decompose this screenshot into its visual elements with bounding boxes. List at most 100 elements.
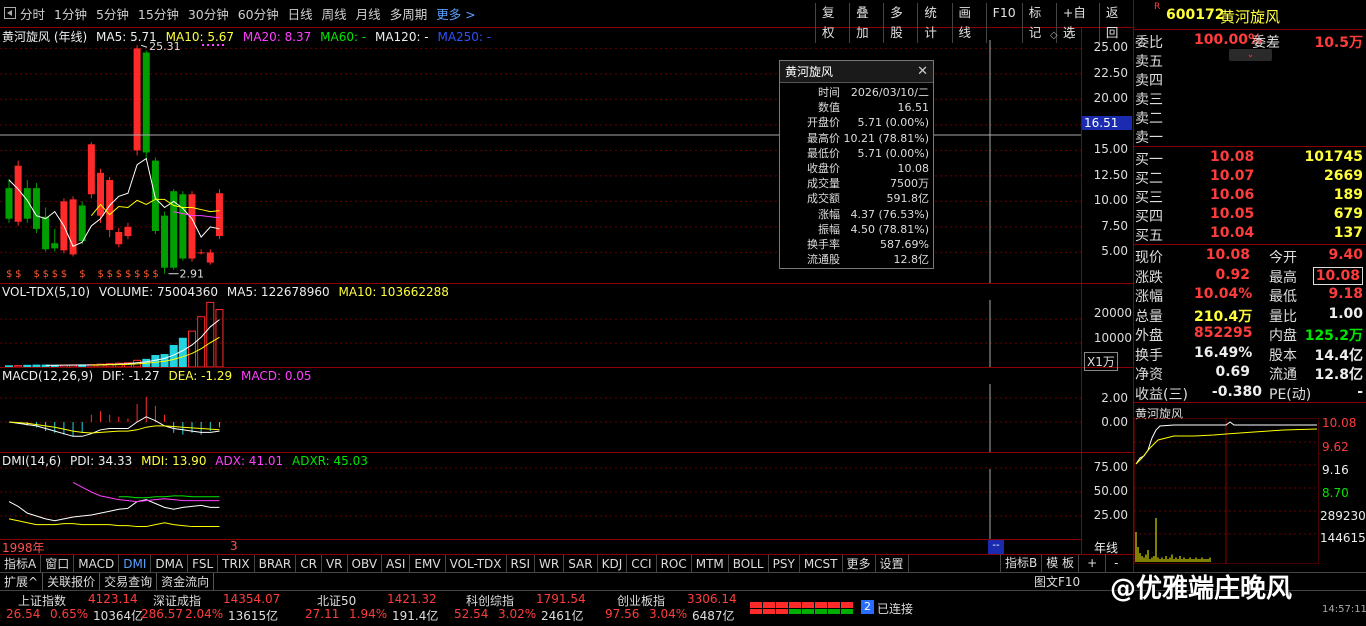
tooltip-value: 5.71 (0.00%) [857, 146, 929, 160]
indicator-tab[interactable]: BRAR [255, 554, 297, 573]
tooltip-key: 收盘价 [807, 161, 840, 175]
divider [1134, 146, 1366, 147]
volume-bar [197, 316, 206, 367]
period-tab[interactable]: 30分钟 [188, 4, 229, 23]
dmi-axis-tick: 25.00 [1093, 508, 1128, 522]
tooltip-key: 成交量 [807, 177, 840, 191]
index-pct: 2.04% [185, 607, 224, 621]
mini-axis-tick: 289230 [1320, 509, 1366, 523]
period-tab[interactable]: 月线 [356, 4, 381, 23]
index-pct: 3.02% [498, 607, 537, 621]
divider [1134, 29, 1366, 30]
mini-axis-tick: 9.62 [1322, 440, 1349, 454]
period-tab[interactable]: 多周期 [390, 4, 428, 23]
stat-label: 总量 [1135, 308, 1163, 325]
tooltip-row: 换手率 587.69% [780, 237, 933, 252]
square-back-icon[interactable] [4, 7, 16, 19]
stat-label: 外盘 [1135, 328, 1163, 344]
order-diff-value: 10.5万 [1314, 35, 1363, 51]
bid-level-label: 买一 [1135, 152, 1163, 168]
price-axis-tick: 15.00 [1093, 142, 1128, 157]
indicator-b-tab[interactable]: 指标B [1000, 554, 1041, 572]
stat-value: 210.4万 [1194, 308, 1253, 325]
indicator-tab[interactable]: VOL-TDX [446, 554, 507, 573]
bid-row: 买一 10.08 101745 [1134, 149, 1366, 168]
close-icon[interactable]: ✕ [917, 64, 928, 79]
graphic-f10-button[interactable]: 图文F10 [1034, 573, 1080, 590]
stat-row: 净资 0.69 流通 12.8亿 [1134, 364, 1366, 383]
tooltip-key: 涨幅 [818, 207, 840, 221]
volume-chart[interactable] [0, 284, 1081, 367]
watermark-text: @优雅端庄晚风 [1110, 574, 1293, 604]
indicator-tab[interactable]: KDJ [598, 554, 628, 573]
mini-axis-tick: 10.08 [1322, 416, 1357, 430]
trade-query-button[interactable]: 交易查询 [100, 573, 158, 590]
period-tab[interactable]: 日线 [288, 4, 313, 23]
indicator-tab[interactable]: FSL [188, 554, 219, 573]
template-tab[interactable]: 模 板 [1041, 554, 1078, 572]
period-tab[interactable]: 60分钟 [238, 4, 279, 23]
volume-bar [5, 365, 13, 367]
bid-level-label: 买五 [1135, 228, 1163, 244]
indicator-tab[interactable]: EMV [410, 554, 446, 573]
tooltip-value: 4.50 (78.81%) [850, 222, 929, 236]
event-mark: $ [152, 269, 158, 280]
indicator-tab[interactable]: ASI [382, 554, 411, 573]
stat-value: 852295 [1194, 325, 1253, 341]
zoom-in-button[interactable]: + [1078, 554, 1105, 572]
indicator-tab[interactable]: TRIX [218, 554, 255, 573]
indicator-tab[interactable]: OBV [348, 554, 383, 573]
indicator-tab[interactable]: MACD [74, 554, 120, 573]
stat-value: -0.380 [1211, 383, 1262, 400]
ask-level-label: 卖五 [1135, 54, 1163, 70]
stat-label: 换手 [1135, 347, 1163, 364]
period-tab[interactable]: 1分钟 [54, 4, 87, 23]
indicator-tab[interactable]: 窗口 [41, 554, 75, 573]
money-flow-button[interactable]: 资金流向 [157, 573, 215, 590]
intraday-mini-chart[interactable] [1134, 418, 1319, 564]
indicator-tab[interactable]: SAR [564, 554, 598, 573]
expand-button[interactable]: 扩展^ [0, 573, 44, 590]
volume-bar [23, 364, 32, 367]
period-tab[interactable]: 5分钟 [96, 4, 129, 23]
indicator-tab[interactable]: 指标A [0, 554, 42, 573]
indicator-tab[interactable]: CCI [627, 554, 657, 573]
ask-level-label: 卖一 [1135, 130, 1163, 146]
more-periods-button[interactable]: 更多 > [436, 4, 475, 23]
bid-volume: 189 [1333, 187, 1363, 203]
indicator-tab[interactable]: ROC [657, 554, 692, 573]
period-tab[interactable]: 分时 [20, 4, 45, 23]
indicator-tab[interactable]: MTM [692, 554, 729, 573]
price-axis-tick: 5.00 [1101, 244, 1128, 259]
stat-label: 最高 [1269, 269, 1297, 286]
data-tooltip: 黄河旋风 ✕ 时间 2026/03/10/二 数值 16.51 开盘价 5.71 (0.0… [779, 60, 934, 269]
bid-price: 10.04 [1210, 225, 1255, 241]
indicator-tab[interactable]: BOLL [729, 554, 769, 573]
indicator-tab[interactable]: 更多 [843, 554, 876, 573]
tooltip-value: 587.69% [880, 237, 929, 251]
tooltip-row: 数值 16.51 [780, 100, 933, 115]
macd-chart[interactable] [0, 368, 1081, 452]
period-tab[interactable]: 周线 [322, 4, 347, 23]
index-amount: 13615亿 [228, 609, 279, 623]
ask-row: 卖五 [1134, 51, 1366, 70]
candle-body [124, 226, 132, 237]
indicator-tab[interactable]: 设置 [876, 554, 909, 573]
stock-code: 600172 [1166, 7, 1225, 23]
high-price-label: 25.31 [149, 40, 181, 53]
indicator-tab[interactable]: RSI [507, 554, 536, 573]
indicator-tab[interactable]: DMA [151, 554, 189, 573]
back-button[interactable]: 返回 [1098, 3, 1133, 43]
macd-axis-tick: 2.00 [1101, 391, 1128, 405]
indicator-tab[interactable]: MCST [800, 554, 843, 573]
related-quote-button[interactable]: 关联报价 [43, 573, 101, 590]
stat-label: 净资 [1135, 367, 1163, 383]
indicator-tab[interactable]: CR [296, 554, 322, 573]
indicator-tab[interactable]: DMI [119, 554, 152, 573]
dmi-chart[interactable] [0, 453, 1081, 539]
period-tab[interactable]: 15分钟 [138, 4, 179, 23]
indicator-tab[interactable]: PSY [769, 554, 800, 573]
indicator-tab[interactable]: WR [535, 554, 565, 573]
candle-body [206, 252, 214, 263]
indicator-tab[interactable]: VR [322, 554, 348, 573]
